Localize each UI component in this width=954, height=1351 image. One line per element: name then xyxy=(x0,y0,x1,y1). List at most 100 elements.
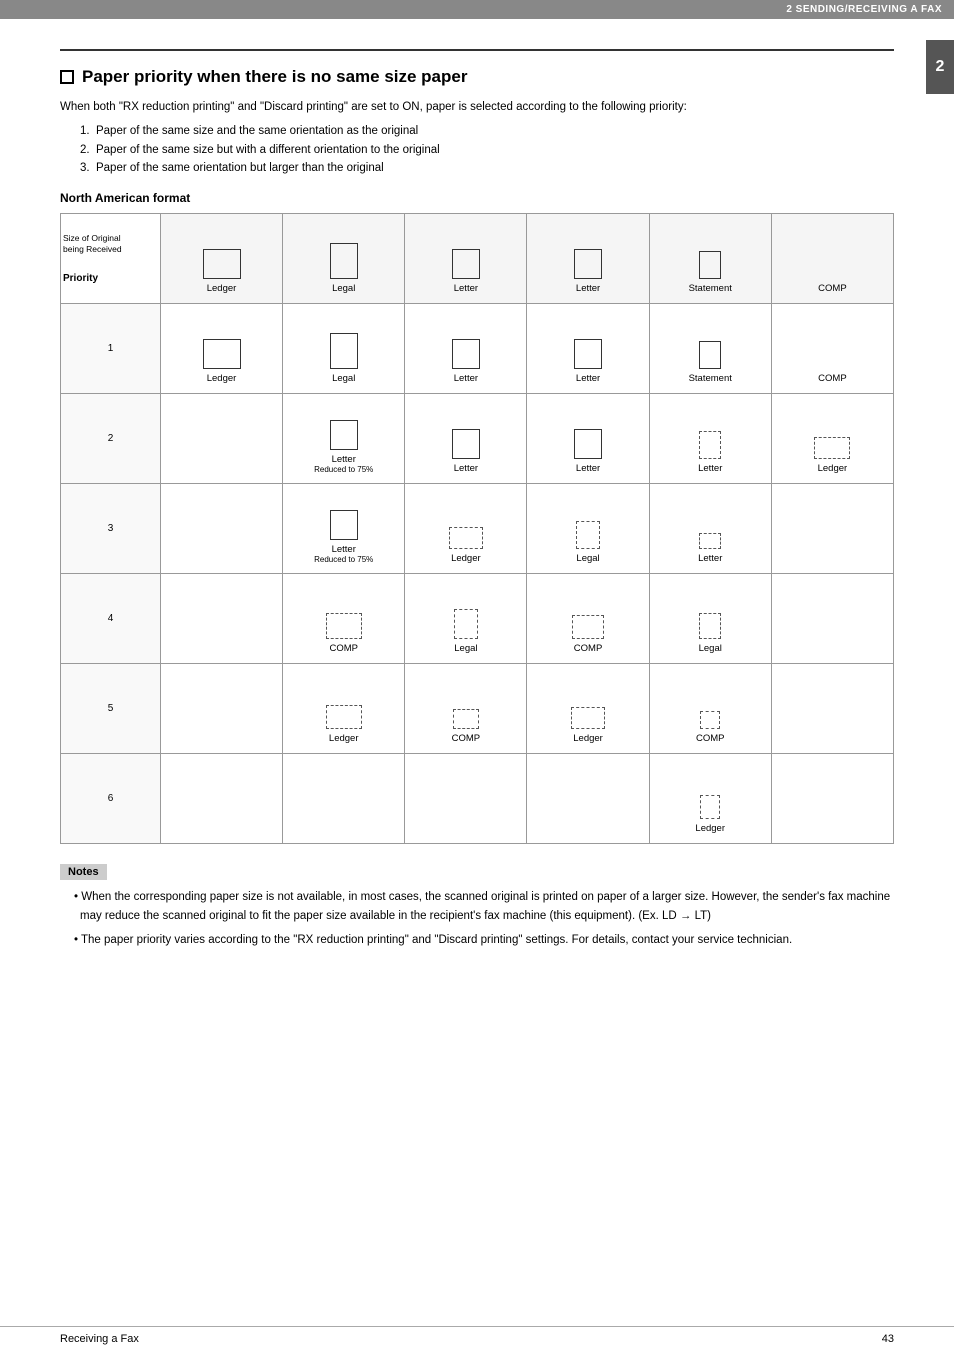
priority-5: 5 xyxy=(61,664,161,754)
row2-letter2-icon xyxy=(574,429,602,459)
row4-comp2: COMP xyxy=(527,574,649,664)
row1-letter2: Letter xyxy=(527,304,649,394)
header-statement-label: Statement xyxy=(689,283,732,294)
row4-legal-dashed-icon1 xyxy=(454,609,478,639)
priority-4: 4 xyxy=(61,574,161,664)
row3-statement: Letter xyxy=(649,484,771,574)
row1-comp: COMP xyxy=(771,304,893,394)
top-bar-label: 2 SENDING/RECEIVING A FAX xyxy=(786,4,942,15)
row5-ledger-dashed-icon2 xyxy=(571,707,605,729)
header-col-statement: Statement xyxy=(649,214,771,304)
notes-section: Notes When the corresponding paper size … xyxy=(60,864,894,949)
row6-empty2 xyxy=(283,754,405,844)
header-ledger-label: Ledger xyxy=(207,283,237,294)
notes-label: Notes xyxy=(60,864,107,880)
row5-comp-empty xyxy=(771,664,893,754)
row5-comp2: COMP xyxy=(649,664,771,754)
row2-legal: Letter Reduced to 75% xyxy=(283,394,405,484)
chapter-tab: 2 xyxy=(926,40,954,94)
footer-left: Receiving a Fax xyxy=(60,1333,139,1345)
row4-comp-dashed-icon2 xyxy=(572,615,604,639)
footer-right: 43 xyxy=(882,1333,894,1345)
header-letter2-label: Letter xyxy=(576,283,600,294)
row4-comp: COMP xyxy=(283,574,405,664)
header-col-ledger: Ledger xyxy=(160,214,282,304)
row6-empty5 xyxy=(771,754,893,844)
row5-ledger-dashed-icon xyxy=(326,705,362,729)
header-letter2-icon xyxy=(574,249,602,279)
row2-statement: Letter xyxy=(649,394,771,484)
header-diagonal-cell: Size of Originalbeing Received Priority xyxy=(61,214,161,304)
table-row: 3 Letter Reduced to 75% Ledger xyxy=(61,484,894,574)
row2-letter1: Letter xyxy=(405,394,527,484)
note-item-1: When the corresponding paper size is not… xyxy=(74,888,894,925)
row4-empty xyxy=(160,574,282,664)
header-statement-icon xyxy=(699,251,721,279)
priority-1: 1 xyxy=(61,304,161,394)
row5-ledger2: Ledger xyxy=(527,664,649,754)
header-comp-label: COMP xyxy=(818,283,847,294)
row4-legal1: Legal xyxy=(405,574,527,664)
intro-text: When both "RX reduction printing" and "D… xyxy=(60,99,894,116)
row1-letter2-icon xyxy=(574,339,602,369)
header-col-letter1: Letter xyxy=(405,214,527,304)
footer: Receiving a Fax 43 xyxy=(0,1326,954,1351)
row6-ledger-dashed-icon xyxy=(700,795,720,819)
section-title: Paper priority when there is no same siz… xyxy=(60,67,894,87)
table-row: 4 COMP Legal COM xyxy=(61,574,894,664)
priority-6: 6 xyxy=(61,754,161,844)
row6-empty4 xyxy=(527,754,649,844)
header-size-label: Size of Originalbeing Received xyxy=(63,233,122,254)
header-col-letter2: Letter xyxy=(527,214,649,304)
row2-letter-reduced-icon xyxy=(330,420,358,450)
table-row: 6 Ledger xyxy=(61,754,894,844)
header-priority-label: Priority xyxy=(63,273,98,284)
row6-ledger: Ledger xyxy=(649,754,771,844)
header-letter1-icon xyxy=(452,249,480,279)
list-item-1: 1. Paper of the same size and the same o… xyxy=(80,122,894,140)
table-row: 2 Letter Reduced to 75% Letter xyxy=(61,394,894,484)
checkbox-icon xyxy=(60,70,74,84)
row6-empty3 xyxy=(405,754,527,844)
row1-ledger-icon xyxy=(203,339,241,369)
row2-ledger-dashed-icon xyxy=(814,437,850,459)
row5-comp-dashed-icon2 xyxy=(700,711,720,729)
table-row: 1 Ledger Legal Letter xyxy=(61,304,894,394)
row2-letter1-icon xyxy=(452,429,480,459)
row5-empty xyxy=(160,664,282,754)
row4-comp-dashed-icon xyxy=(326,613,362,639)
row1-letter1-icon xyxy=(452,339,480,369)
header-col-comp: COMP xyxy=(771,214,893,304)
row2-comp: Ledger xyxy=(771,394,893,484)
priority-2: 2 xyxy=(61,394,161,484)
list-items: 1. Paper of the same size and the same o… xyxy=(60,122,894,177)
list-item-3: 3. Paper of the same orientation but lar… xyxy=(80,159,894,177)
row1-letter1: Letter xyxy=(405,304,527,394)
row1-statement: Statement xyxy=(649,304,771,394)
row2-letter-dashed-icon xyxy=(699,431,721,459)
header-col-legal: Legal xyxy=(283,214,405,304)
row6-empty1 xyxy=(160,754,282,844)
row3-comp-empty xyxy=(771,484,893,574)
priority-table: Size of Originalbeing Received Priority … xyxy=(60,213,894,844)
row3-legal: Letter Reduced to 75% xyxy=(283,484,405,574)
row4-comp-empty xyxy=(771,574,893,664)
row1-legal-icon xyxy=(330,333,358,369)
row3-legal-dashed-icon xyxy=(576,521,600,549)
table-row: 5 Ledger COMP Le xyxy=(61,664,894,754)
row2-empty xyxy=(160,394,282,484)
row5-comp1: COMP xyxy=(405,664,527,754)
row5-comp-dashed-icon1 xyxy=(453,709,479,729)
header-legal-icon xyxy=(330,243,358,279)
chapter-number: 2 xyxy=(936,58,945,75)
header-ledger-icon xyxy=(203,249,241,279)
row4-legal2: Legal xyxy=(649,574,771,664)
priority-3: 3 xyxy=(61,484,161,574)
row3-empty xyxy=(160,484,282,574)
top-bar: 2 SENDING/RECEIVING A FAX xyxy=(0,0,954,19)
row3-letter1: Ledger xyxy=(405,484,527,574)
row3-letter-dashed-icon xyxy=(699,533,721,549)
header-letter1-label: Letter xyxy=(454,283,478,294)
row3-letter2: Legal xyxy=(527,484,649,574)
list-item-2: 2. Paper of the same size but with a dif… xyxy=(80,141,894,159)
